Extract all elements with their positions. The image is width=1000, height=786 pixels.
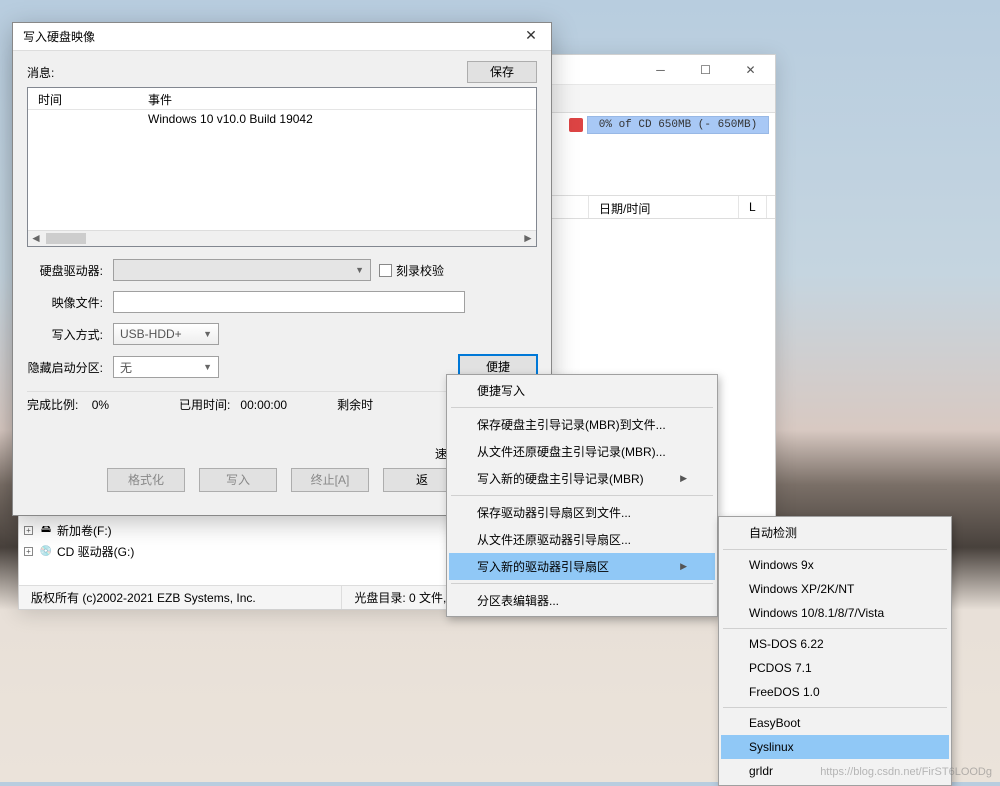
hidden-partition-label: 隐藏启动分区:	[27, 359, 113, 376]
menu-separator	[723, 707, 947, 708]
hidden-partition-combo[interactable]: 无▼	[113, 356, 219, 378]
submenu-pcdos[interactable]: PCDOS 7.1	[721, 656, 949, 680]
log-table: 时间 事件 Windows 10 v10.0 Build 19042 ◄ ►	[27, 87, 537, 247]
scroll-right-icon[interactable]: ►	[520, 231, 536, 246]
tree-item-cd-g[interactable]: + 💿 CD 驱动器(G:)	[18, 541, 218, 562]
format-button[interactable]: 格式化	[107, 468, 185, 492]
watermark: https://blog.csdn.net/FirST6LOODg	[820, 766, 992, 778]
menu-write-new-bootsector[interactable]: 写入新的驱动器引导扇区▶	[449, 553, 715, 580]
submenu-msdos[interactable]: MS-DOS 6.22	[721, 632, 949, 656]
progress-label: 完成比例:	[27, 398, 78, 412]
image-label: 映像文件:	[27, 294, 113, 311]
col-datetime[interactable]: 日期/时间	[589, 196, 739, 218]
dialog-close-button[interactable]: ✕	[517, 27, 545, 47]
chevron-down-icon: ▼	[203, 362, 212, 372]
dialog-title: 写入硬盘映像	[23, 28, 95, 45]
close-button[interactable]: ✕	[728, 56, 773, 84]
elapsed-label: 已用时间:	[179, 398, 230, 412]
write-button[interactable]: 写入	[199, 468, 277, 492]
menu-restore-mbr[interactable]: 从文件还原硬盘主引导记录(MBR)...	[449, 438, 715, 465]
col-time[interactable]: 时间	[28, 88, 138, 109]
verify-checkbox[interactable]	[379, 264, 392, 277]
elapsed-value: 00:00:00	[240, 398, 287, 412]
progress-value: 0%	[92, 398, 109, 412]
horizontal-scrollbar[interactable]: ◄ ►	[28, 230, 536, 246]
stop-button[interactable]: 终止[A]	[291, 468, 369, 492]
menu-save-bootsector[interactable]: 保存驱动器引导扇区到文件...	[449, 499, 715, 526]
bg-progress-bar: 0% of CD 650MB (- 650MB)	[587, 116, 769, 134]
write-method-combo[interactable]: USB-HDD+▼	[113, 323, 219, 345]
drive-label: 硬盘驱动器:	[27, 262, 113, 279]
dialog-titlebar: 写入硬盘映像 ✕	[13, 23, 551, 51]
log-headers: 时间 事件	[28, 88, 536, 110]
submenu-winxp[interactable]: Windows XP/2K/NT	[721, 577, 949, 601]
menu-separator	[723, 628, 947, 629]
menu-write-new-mbr[interactable]: 写入新的硬盘主引导记录(MBR)▶	[449, 465, 715, 492]
submenu-syslinux[interactable]: Syslinux	[721, 735, 949, 759]
write-method-label: 写入方式:	[27, 326, 113, 343]
media-icon	[569, 118, 583, 132]
submenu-arrow-icon: ▶	[680, 473, 687, 484]
menu-separator	[451, 495, 713, 496]
menu-separator	[723, 549, 947, 550]
drive-icon: 🖴	[39, 524, 53, 538]
scroll-left-icon[interactable]: ◄	[28, 231, 44, 246]
submenu-win10[interactable]: Windows 10/8.1/8/7/Vista	[721, 601, 949, 625]
tree-item-volume-f[interactable]: + 🖴 新加卷(F:)	[18, 520, 218, 541]
chevron-down-icon: ▼	[355, 265, 364, 275]
drive-tree: + 🖴 新加卷(F:) + 💿 CD 驱动器(G:)	[18, 520, 218, 562]
maximize-button[interactable]: ☐	[683, 56, 728, 84]
message-label: 消息:	[27, 64, 54, 81]
menu-separator	[451, 407, 713, 408]
menu-separator	[451, 583, 713, 584]
remaining-label: 剩余时	[337, 396, 373, 413]
menu-convenient-write[interactable]: 便捷写入	[449, 377, 715, 404]
scroll-thumb[interactable]	[46, 233, 86, 244]
menu-partition-editor[interactable]: 分区表编辑器...	[449, 587, 715, 614]
drive-combo[interactable]: ▼	[113, 259, 371, 281]
menu-save-mbr[interactable]: 保存硬盘主引导记录(MBR)到文件...	[449, 411, 715, 438]
menu-restore-bootsector[interactable]: 从文件还原驱动器引导扇区...	[449, 526, 715, 553]
status-copyright: 版权所有 (c)2002-2021 EZB Systems, Inc.	[19, 586, 342, 609]
minimize-button[interactable]: ─	[638, 56, 683, 84]
convenient-write-menu: 便捷写入 保存硬盘主引导记录(MBR)到文件... 从文件还原硬盘主引导记录(M…	[446, 374, 718, 617]
log-row: Windows 10 v10.0 Build 19042	[28, 110, 536, 128]
verify-label: 刻录校验	[396, 262, 444, 279]
submenu-easyboot[interactable]: EasyBoot	[721, 711, 949, 735]
col-event[interactable]: 事件	[138, 88, 182, 109]
submenu-freedos[interactable]: FreeDOS 1.0	[721, 680, 949, 704]
expand-icon[interactable]: +	[24, 547, 33, 556]
col-size[interactable]: L	[739, 196, 767, 218]
cd-icon: 💿	[39, 545, 53, 559]
submenu-auto-detect[interactable]: 自动检测	[721, 519, 949, 546]
image-file-input[interactable]	[113, 291, 465, 313]
bootsector-type-submenu: 自动检测 Windows 9x Windows XP/2K/NT Windows…	[718, 516, 952, 786]
submenu-arrow-icon: ▶	[680, 561, 687, 572]
expand-icon[interactable]: +	[24, 526, 33, 535]
submenu-win9x[interactable]: Windows 9x	[721, 553, 949, 577]
tree-label: CD 驱动器(G:)	[57, 543, 134, 560]
chevron-down-icon: ▼	[203, 329, 212, 339]
tree-label: 新加卷(F:)	[57, 522, 112, 539]
save-button[interactable]: 保存	[467, 61, 537, 83]
log-event-text: Windows 10 v10.0 Build 19042	[148, 112, 313, 126]
